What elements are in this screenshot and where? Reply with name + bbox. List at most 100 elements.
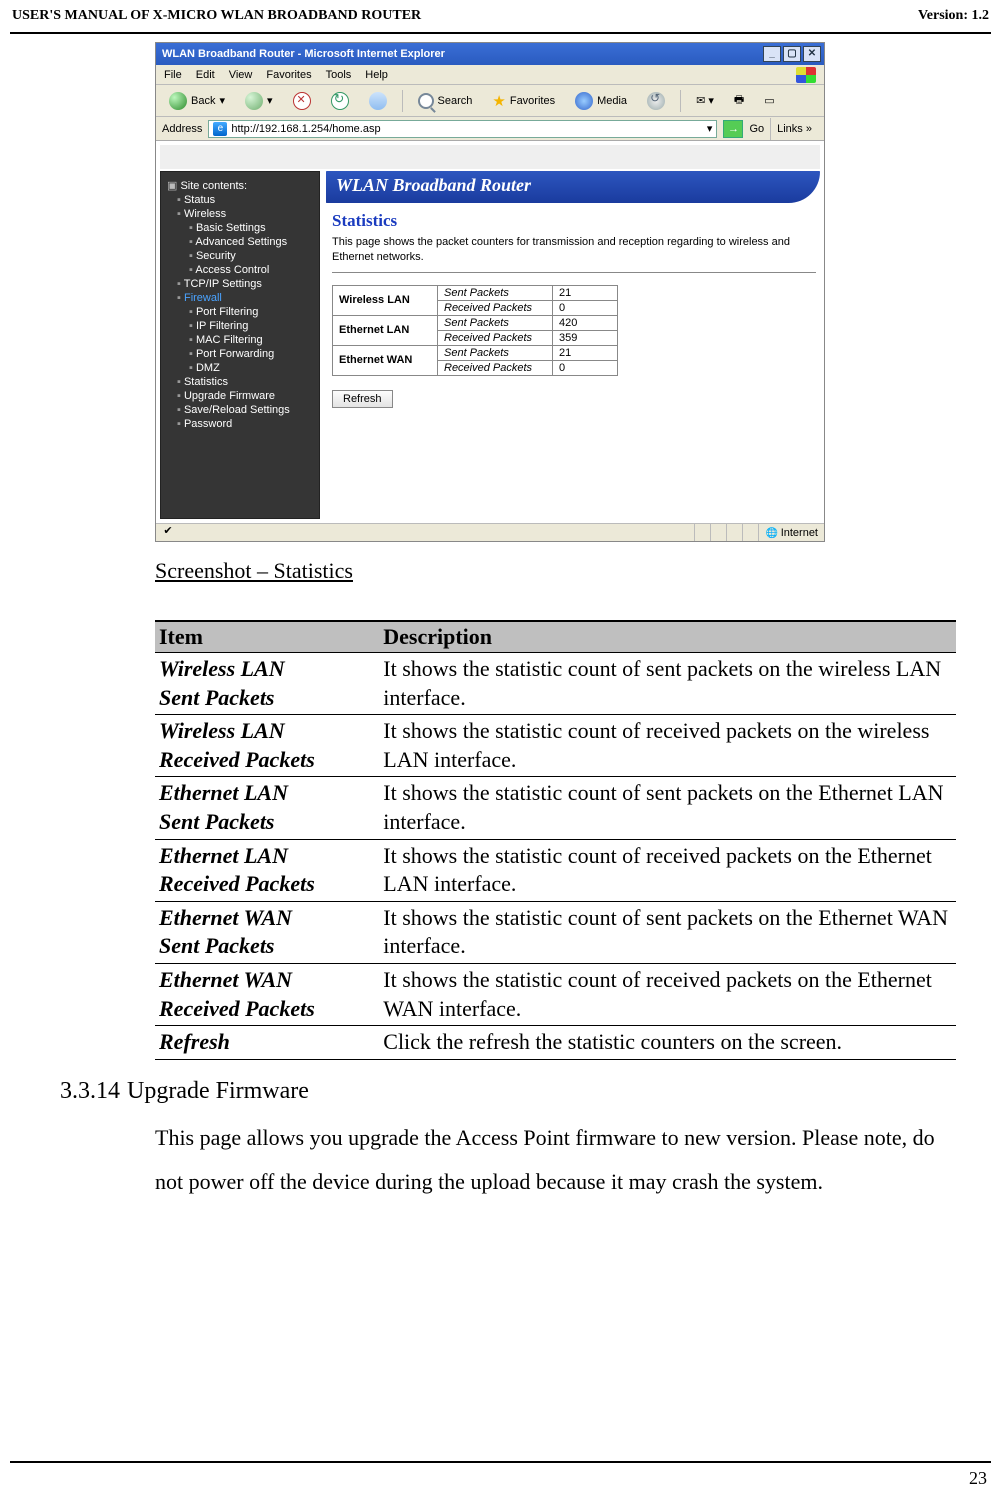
favorites-button[interactable]: ★Favorites [485, 89, 562, 113]
row-desc: It shows the statistic count of received… [379, 715, 956, 777]
th-item: Item [155, 621, 379, 653]
page-banner: WLAN Broadband Router [326, 171, 820, 203]
row-item: Wireless LANSent Packets [155, 653, 379, 715]
row-desc: It shows the statistic count of received… [379, 839, 956, 901]
row-item: Ethernet WANReceived Packets [155, 963, 379, 1025]
back-label: Back [191, 95, 215, 107]
row-wlan: Wireless LAN [333, 285, 438, 315]
nav-password[interactable]: Password [177, 417, 315, 431]
row-elan: Ethernet LAN [333, 315, 438, 345]
media-icon [575, 92, 593, 110]
status-done-icon: ✔ [156, 524, 180, 541]
stop-icon [293, 92, 311, 110]
nav-ip-filtering[interactable]: IP Filtering [189, 319, 315, 333]
bottom-rule [10, 1461, 991, 1463]
address-bar: Address e http://192.168.1.254/home.asp … [156, 117, 824, 141]
nav-firewall[interactable]: Firewall [177, 291, 315, 305]
val-ewan-sent: 21 [553, 345, 618, 360]
mail-button[interactable]: ✉ ▾ [689, 91, 721, 110]
nav-dmz[interactable]: DMZ [189, 361, 315, 375]
window-titlebar: WLAN Broadband Router - Microsoft Intern… [156, 43, 824, 65]
maximize-button[interactable]: ▢ [783, 46, 801, 62]
nav-save-reload[interactable]: Save/Reload Settings [177, 403, 315, 417]
history-icon [647, 92, 665, 110]
nav-upgrade-firmware[interactable]: Upgrade Firmware [177, 389, 315, 403]
cell-sent: Sent Packets [438, 285, 553, 300]
search-button[interactable]: Search [411, 90, 480, 112]
menu-tools[interactable]: Tools [326, 69, 352, 81]
statistics-table: Wireless LAN Sent Packets 21 Received Pa… [332, 285, 618, 376]
close-button[interactable]: ✕ [803, 46, 821, 62]
refresh-icon [331, 92, 349, 110]
go-button[interactable]: → [723, 120, 743, 138]
nav-tcpip[interactable]: TCP/IP Settings [177, 277, 315, 291]
refresh-button[interactable] [324, 89, 356, 113]
divider [332, 272, 816, 273]
sidebar-nav: Site contents: Status Wireless Basic Set… [160, 171, 320, 519]
media-label: Media [597, 95, 627, 107]
row-desc: It shows the statistic count of sent pac… [379, 653, 956, 715]
toolbar-separator [680, 90, 681, 112]
nav-basic-settings[interactable]: Basic Settings [189, 221, 315, 235]
val-wlan-sent: 21 [553, 285, 618, 300]
home-icon [369, 92, 387, 110]
row-item: Wireless LANReceived Packets [155, 715, 379, 777]
nav-advanced-settings[interactable]: Advanced Settings [189, 235, 315, 249]
history-button[interactable] [640, 89, 672, 113]
windows-logo-icon [796, 67, 816, 83]
cell-recv: Received Packets [438, 300, 553, 315]
address-input[interactable]: e http://192.168.1.254/home.asp ▾ [208, 120, 717, 138]
window-controls: _ ▢ ✕ [763, 46, 821, 62]
cell-recv: Received Packets [438, 330, 553, 345]
toolbar: Back ▾ ▾ Search ★Favorites Media ✉ ▾ 🖶 ▭ [156, 85, 824, 117]
cell-sent: Sent Packets [438, 345, 553, 360]
cell-sent: Sent Packets [438, 315, 553, 330]
refresh-button[interactable]: Refresh [332, 390, 393, 408]
forward-icon [245, 92, 263, 110]
browser-window: WLAN Broadband Router - Microsoft Intern… [155, 42, 825, 542]
menu-help[interactable]: Help [365, 69, 388, 81]
nav-statistics[interactable]: Statistics [177, 375, 315, 389]
forward-button[interactable]: ▾ [238, 89, 280, 113]
row-desc: It shows the statistic count of sent pac… [379, 901, 956, 963]
minimize-button[interactable]: _ [763, 46, 781, 62]
status-cell [742, 524, 758, 541]
nav-status[interactable]: Status [177, 193, 315, 207]
nav-port-filtering[interactable]: Port Filtering [189, 305, 315, 319]
media-button[interactable]: Media [568, 89, 634, 113]
top-rule [10, 32, 991, 34]
home-button[interactable] [362, 89, 394, 113]
nav-wireless[interactable]: Wireless [177, 207, 315, 221]
menu-view[interactable]: View [229, 69, 253, 81]
menu-file[interactable]: File [164, 69, 182, 81]
go-label: Go [749, 123, 764, 135]
main-panel: Statistics This page shows the packet co… [332, 211, 816, 519]
toolbar-separator [402, 90, 403, 112]
edit-button[interactable]: ▭ [757, 91, 781, 110]
description-table-wrap: Item Description Wireless LANSent Packet… [155, 620, 956, 1060]
back-button[interactable]: Back ▾ [162, 89, 232, 113]
address-dropdown-icon[interactable]: ▾ [707, 122, 713, 135]
val-ewan-recv: 0 [553, 360, 618, 375]
stop-button[interactable] [286, 89, 318, 113]
nav-mac-filtering[interactable]: MAC Filtering [189, 333, 315, 347]
nav-access-control[interactable]: Access Control [189, 263, 315, 277]
links-toolbar[interactable]: Links [770, 118, 818, 140]
window-title: WLAN Broadband Router - Microsoft Intern… [162, 48, 445, 60]
nav-root: Site contents: [167, 178, 315, 193]
nav-port-forwarding[interactable]: Port Forwarding [189, 347, 315, 361]
menu-favorites[interactable]: Favorites [266, 69, 311, 81]
menu-edit[interactable]: Edit [196, 69, 215, 81]
page-description: This page shows the packet counters for … [332, 235, 816, 266]
running-header-right: Version: 1.2 [918, 8, 989, 24]
page-number: 23 [969, 1468, 987, 1489]
back-icon [169, 92, 187, 110]
row-ewan: Ethernet WAN [333, 345, 438, 375]
row-item: Ethernet LANReceived Packets [155, 839, 379, 901]
nav-security[interactable]: Security [189, 249, 315, 263]
running-header-left: USER'S MANUAL OF X-MICRO WLAN BROADBAND … [12, 8, 421, 24]
address-url: http://192.168.1.254/home.asp [231, 123, 380, 135]
menubar: File Edit View Favorites Tools Help [156, 65, 824, 85]
print-button[interactable]: 🖶 [727, 88, 751, 113]
row-item: Refresh [155, 1026, 379, 1060]
